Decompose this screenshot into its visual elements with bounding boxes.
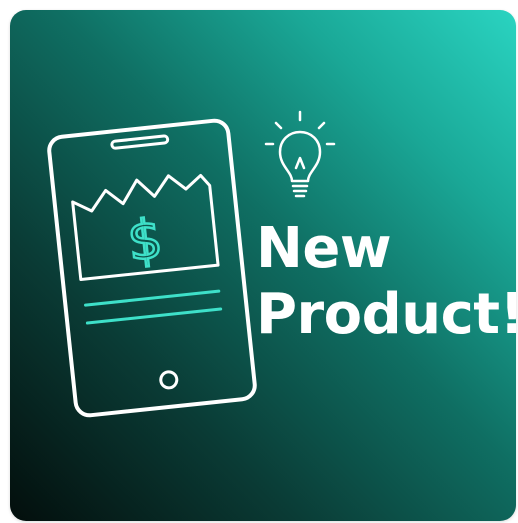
promo-card: $ New Product! <box>10 10 516 521</box>
headline-line-1: New <box>256 216 392 281</box>
lightbulb-icon <box>264 110 336 198</box>
headline-line-2: Product! <box>256 282 516 347</box>
phone-speaker <box>110 134 170 150</box>
headline: New Product! <box>256 216 516 348</box>
currency-symbol: $ <box>125 207 166 273</box>
smartphone-icon: $ <box>47 118 257 418</box>
accent-line-2 <box>85 307 223 325</box>
phone-home-button <box>159 370 179 390</box>
accent-line-1 <box>84 289 221 307</box>
